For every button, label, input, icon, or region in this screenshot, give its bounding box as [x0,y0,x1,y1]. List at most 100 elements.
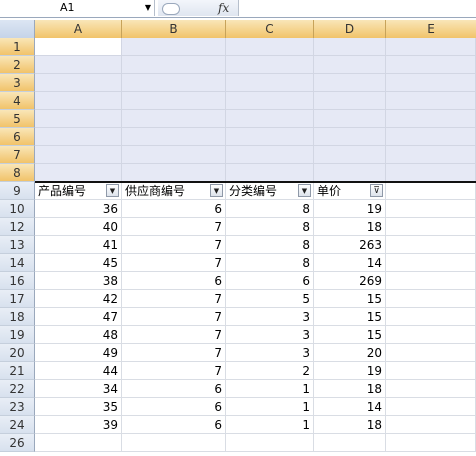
grid-cell[interactable] [226,434,314,452]
grid-cell[interactable] [386,308,476,326]
grid-cell[interactable] [386,272,476,290]
table-cell[interactable]: 20 [314,344,386,362]
grid-cell[interactable] [386,218,476,236]
table-cell[interactable]: 44 [35,362,122,380]
table-cell[interactable]: 48 [35,326,122,344]
column-title-cell[interactable]: 产品编号 ▼ [35,182,122,200]
grid-cell[interactable] [386,416,476,434]
grid-cell[interactable] [122,92,226,110]
table-cell[interactable]: 42 [35,290,122,308]
grid-cell[interactable] [226,38,314,56]
grid-cell[interactable] [226,56,314,74]
grid-cell[interactable] [122,164,226,182]
grid-cell[interactable] [386,164,476,182]
table-cell[interactable]: 7 [122,236,226,254]
grid-cell[interactable] [122,110,226,128]
table-cell[interactable]: 49 [35,344,122,362]
grid-cell[interactable] [35,128,122,146]
grid-cell[interactable] [35,56,122,74]
grid-cell[interactable] [386,236,476,254]
grid-cell[interactable] [314,110,386,128]
formula-input[interactable] [239,0,476,16]
table-cell[interactable]: 5 [226,290,314,308]
row-header[interactable]: 4 [0,92,35,110]
column-title-cell[interactable]: 单价 ⊽ [314,182,386,200]
grid-cell[interactable] [386,146,476,164]
grid-cell[interactable] [314,146,386,164]
row-header[interactable]: 9 [0,182,35,200]
grid-cell[interactable] [386,290,476,308]
grid-cell[interactable] [226,146,314,164]
table-cell[interactable]: 14 [314,254,386,272]
table-cell[interactable]: 7 [122,218,226,236]
grid-cell[interactable] [386,182,476,200]
table-cell[interactable]: 36 [35,200,122,218]
filter-dropdown-icon[interactable]: ▼ [210,184,223,197]
grid-cell[interactable] [314,92,386,110]
row-header[interactable]: 12 [0,218,35,236]
row-header[interactable]: 8 [0,164,35,182]
grid-cell[interactable] [386,344,476,362]
name-box[interactable]: A1 ▼ [0,0,155,16]
table-cell[interactable]: 3 [226,326,314,344]
grid-cell[interactable] [386,362,476,380]
grid-cell[interactable] [386,110,476,128]
table-cell[interactable]: 1 [226,398,314,416]
table-cell[interactable]: 18 [314,218,386,236]
grid-cell[interactable] [386,92,476,110]
column-header-d[interactable]: D [314,20,386,38]
table-cell[interactable]: 7 [122,344,226,362]
table-cell[interactable]: 8 [226,200,314,218]
row-header[interactable]: 21 [0,362,35,380]
column-title-cell[interactable]: 分类编号 ▼ [226,182,314,200]
filter-dropdown-icon[interactable]: ▼ [298,184,311,197]
table-cell[interactable]: 14 [314,398,386,416]
grid-cell[interactable] [122,146,226,164]
row-header[interactable]: 2 [0,56,35,74]
insert-function-icon[interactable]: fx [218,0,229,16]
row-header[interactable]: 26 [0,434,35,452]
row-header[interactable]: 18 [0,308,35,326]
grid-cell[interactable] [386,128,476,146]
chevron-down-icon[interactable]: ▼ [145,0,151,16]
table-cell[interactable]: 8 [226,218,314,236]
grid-cell[interactable] [35,434,122,452]
table-cell[interactable]: 6 [122,200,226,218]
grid-cell[interactable] [122,128,226,146]
table-cell[interactable]: 41 [35,236,122,254]
table-cell[interactable]: 1 [226,416,314,434]
grid-cell[interactable] [226,74,314,92]
grid-cell[interactable] [314,434,386,452]
table-cell[interactable]: 7 [122,290,226,308]
column-title-cell[interactable]: 供应商编号 ▼ [122,182,226,200]
grid-cell[interactable] [122,74,226,92]
grid-cell[interactable] [35,110,122,128]
table-cell[interactable]: 7 [122,308,226,326]
grid-cell[interactable] [386,398,476,416]
select-all-button[interactable] [0,20,35,38]
grid-cell[interactable] [386,434,476,452]
table-cell[interactable]: 6 [122,380,226,398]
table-cell[interactable]: 6 [122,416,226,434]
row-header[interactable]: 3 [0,74,35,92]
grid-cell[interactable] [386,38,476,56]
grid-cell[interactable] [226,128,314,146]
table-cell[interactable]: 3 [226,308,314,326]
table-cell[interactable]: 19 [314,200,386,218]
row-header[interactable]: 19 [0,326,35,344]
table-cell[interactable]: 7 [122,254,226,272]
table-cell[interactable]: 8 [226,236,314,254]
grid-cell[interactable] [122,56,226,74]
table-cell[interactable]: 40 [35,218,122,236]
row-header[interactable]: 5 [0,110,35,128]
grid-cell[interactable] [314,164,386,182]
table-cell[interactable]: 15 [314,290,386,308]
table-cell[interactable]: 7 [122,326,226,344]
grid-cell[interactable] [386,254,476,272]
row-header[interactable]: 24 [0,416,35,434]
row-header[interactable]: 10 [0,200,35,218]
grid-cell[interactable] [226,164,314,182]
table-cell[interactable]: 18 [314,416,386,434]
table-cell[interactable]: 45 [35,254,122,272]
table-cell[interactable]: 15 [314,326,386,344]
